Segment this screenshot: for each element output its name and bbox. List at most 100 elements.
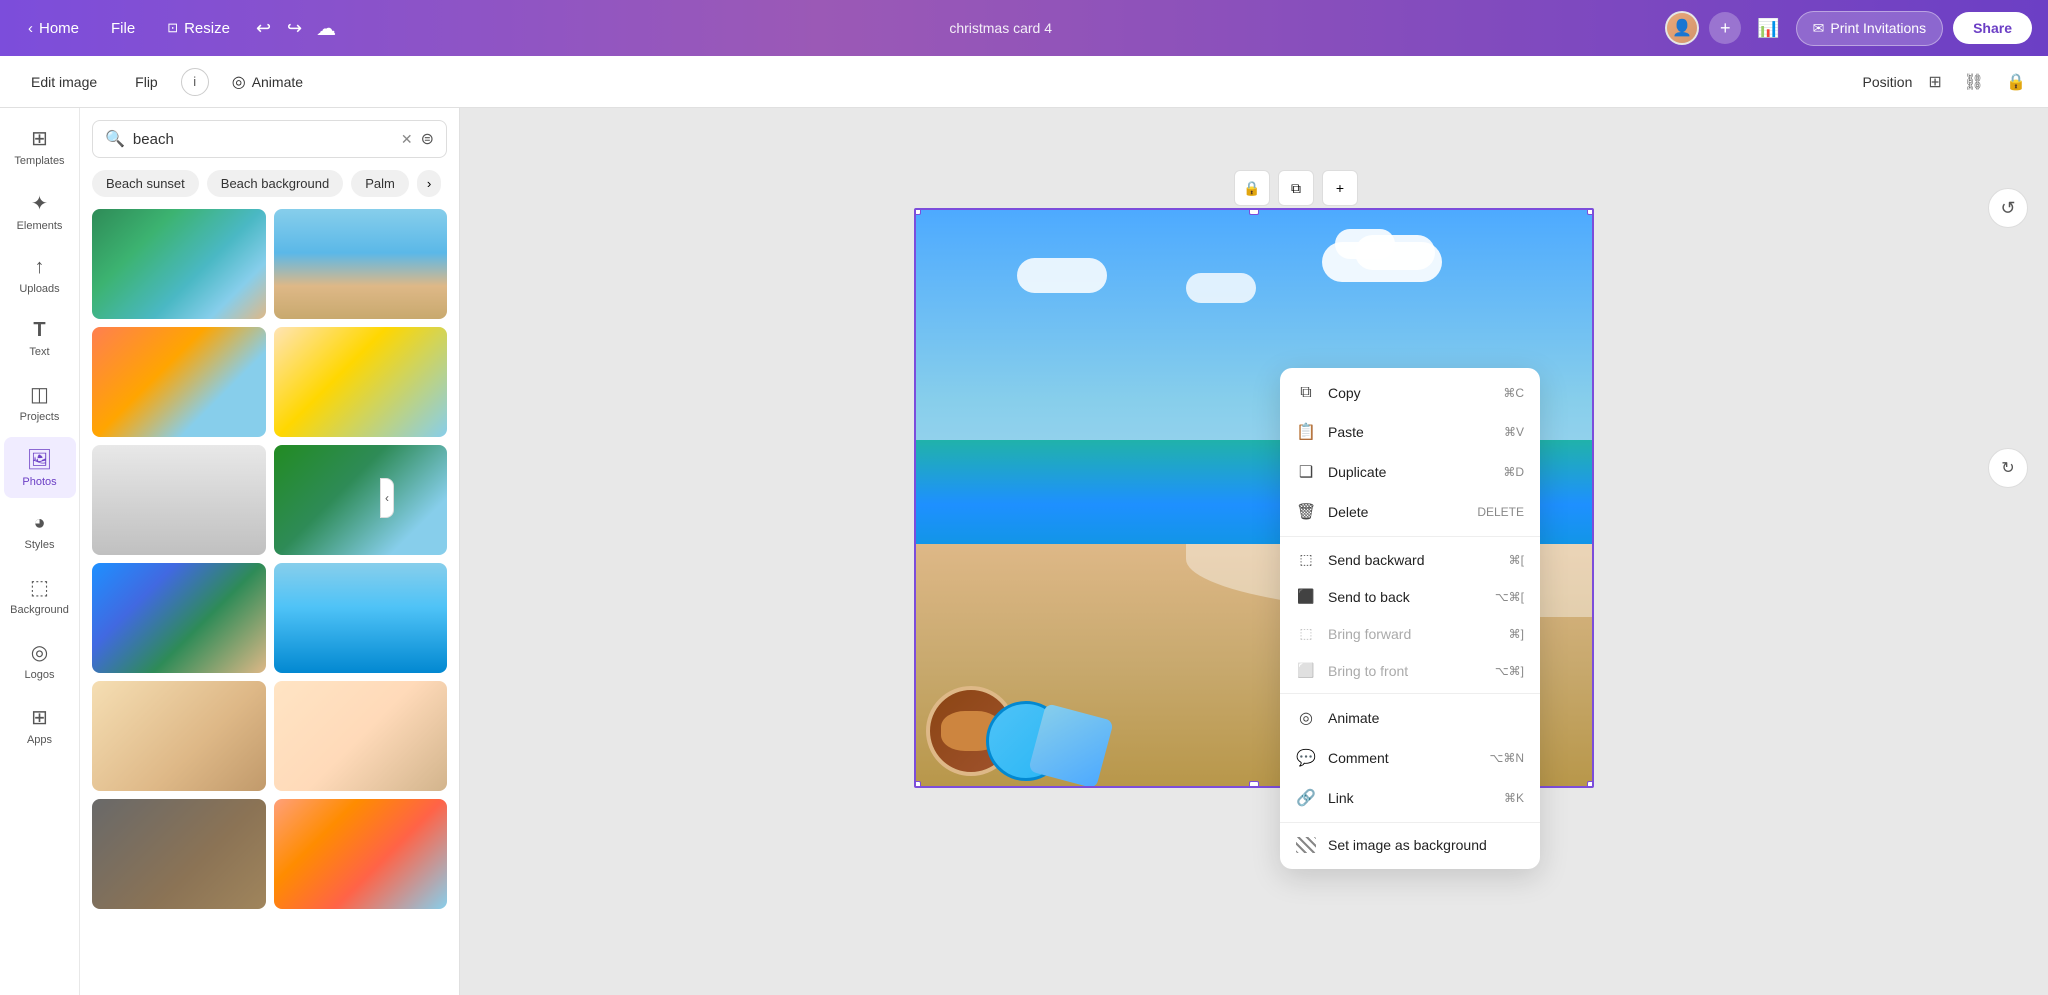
- sidebar-item-templates[interactable]: ⊞ Templates: [4, 116, 76, 177]
- animate-button[interactable]: ◎ Animate: [217, 65, 318, 99]
- send-to-back-icon: ⬛: [1296, 588, 1316, 605]
- list-item[interactable]: [92, 445, 266, 555]
- add-collaborator-button[interactable]: +: [1709, 12, 1741, 44]
- send-to-back-label: Send to back: [1328, 589, 1410, 605]
- text-label: Text: [29, 346, 49, 358]
- home-icon: ‹: [28, 20, 33, 37]
- uploads-icon: ↑: [35, 256, 45, 279]
- animate-icon: ◎: [232, 72, 246, 92]
- chip-beach-background[interactable]: Beach background: [207, 170, 343, 197]
- search-input[interactable]: [133, 131, 393, 148]
- photos-icon: 🖼: [27, 447, 52, 472]
- handle-top-right[interactable]: [1587, 208, 1594, 215]
- main-layout: ⊞ Templates ✦ Elements ↑ Uploads T Text …: [0, 108, 2048, 995]
- sidebar-item-photos[interactable]: 🖼 Photos: [4, 437, 76, 498]
- analytics-icon[interactable]: 📊: [1751, 12, 1785, 45]
- sidebar-item-projects[interactable]: ◫ Projects: [4, 372, 76, 433]
- right-toolbar-2: ↻: [1988, 448, 2028, 488]
- context-menu-delete[interactable]: 🗑 Delete DELETE: [1280, 492, 1540, 532]
- context-menu-set-background[interactable]: Set image as background: [1280, 827, 1540, 863]
- search-bar: 🔍 ✕ ⊜: [92, 120, 447, 158]
- sidebar-item-elements[interactable]: ✦ Elements: [4, 181, 76, 242]
- context-menu-send-backward[interactable]: ⬚ Send backward ⌘[: [1280, 541, 1540, 578]
- search-clear-button[interactable]: ✕: [401, 131, 413, 148]
- chip-beach-sunset[interactable]: Beach sunset: [92, 170, 199, 197]
- handle-top-left[interactable]: [914, 208, 921, 215]
- cloud-3: [1335, 229, 1395, 259]
- resize-button[interactable]: ⊡ Resize: [155, 14, 242, 43]
- chips-more-button[interactable]: ›: [417, 170, 441, 197]
- undo-button[interactable]: ↩: [250, 12, 277, 45]
- topbar-center: christmas card 4: [344, 20, 1657, 36]
- set-background-label: Set image as background: [1328, 837, 1487, 853]
- background-icon: ⬚: [30, 575, 49, 600]
- canvas-area: 🔒 ⧉ +: [460, 108, 2048, 995]
- cloud-save-icon[interactable]: ☁: [316, 16, 336, 41]
- list-item[interactable]: [274, 563, 448, 673]
- context-menu-bring-to-front: ⬜ Bring to front ⌥⌘]: [1280, 652, 1540, 689]
- sidebar-item-apps[interactable]: ⊞ Apps: [4, 695, 76, 756]
- sidebar-item-text[interactable]: T Text: [4, 309, 76, 368]
- info-button[interactable]: i: [181, 68, 209, 96]
- duplicate-label: Duplicate: [1328, 464, 1386, 480]
- handle-bottom-left[interactable]: [914, 781, 921, 788]
- rotate-button[interactable]: ↺: [1988, 188, 2028, 228]
- apps-icon: ⊞: [31, 705, 48, 730]
- list-item[interactable]: [92, 563, 266, 673]
- context-menu-animate[interactable]: ◎ Animate: [1280, 698, 1540, 738]
- projects-label: Projects: [20, 411, 60, 423]
- align-icon[interactable]: ⊞: [1922, 66, 1947, 98]
- sidebar-item-uploads[interactable]: ↑ Uploads: [4, 246, 76, 305]
- list-item[interactable]: [274, 327, 448, 437]
- list-item[interactable]: [274, 799, 448, 909]
- link-icon: 🔗: [1296, 788, 1316, 808]
- home-button[interactable]: ‹ Home: [16, 14, 91, 43]
- context-menu-copy[interactable]: ⧉ Copy ⌘C: [1280, 374, 1540, 412]
- rotate-button-2[interactable]: ↻: [1988, 448, 2028, 488]
- handle-bottom-middle[interactable]: [1249, 781, 1259, 788]
- handle-middle-left[interactable]: [914, 488, 916, 508]
- photos-label: Photos: [22, 476, 56, 488]
- list-item[interactable]: [92, 209, 266, 319]
- position-label: Position: [1863, 74, 1913, 90]
- sidebar-item-background[interactable]: ⬚ Background: [4, 565, 76, 626]
- hide-panel-button[interactable]: ‹: [380, 478, 394, 518]
- context-menu-duplicate[interactable]: ❑ Duplicate ⌘D: [1280, 452, 1540, 492]
- share-button[interactable]: Share: [1953, 12, 2032, 44]
- list-item[interactable]: [274, 209, 448, 319]
- templates-label: Templates: [14, 155, 64, 167]
- list-item[interactable]: [92, 327, 266, 437]
- sidebar-item-styles[interactable]: ◕ Styles: [4, 502, 76, 561]
- print-button[interactable]: ✉ Print Invitations: [1796, 11, 1943, 46]
- send-to-back-shortcut: ⌥⌘[: [1495, 590, 1524, 604]
- sidebar-item-logos[interactable]: ◎ Logos: [4, 630, 76, 691]
- position-button[interactable]: Position: [1863, 74, 1913, 90]
- edit-image-button[interactable]: Edit image: [16, 67, 112, 97]
- handle-bottom-right[interactable]: [1587, 781, 1594, 788]
- list-item[interactable]: [274, 445, 448, 555]
- context-menu-link[interactable]: 🔗 Link ⌘K: [1280, 778, 1540, 818]
- handle-top-middle[interactable]: [1249, 208, 1259, 215]
- projects-icon: ◫: [30, 382, 49, 407]
- list-item[interactable]: [274, 681, 448, 791]
- list-item[interactable]: [92, 799, 266, 909]
- context-menu-comment[interactable]: 💬 Comment ⌥⌘N: [1280, 738, 1540, 778]
- flip-button[interactable]: Flip: [120, 67, 173, 97]
- background-label: Background: [10, 604, 69, 616]
- lock-icon[interactable]: 🔒: [2000, 66, 2032, 98]
- context-menu-send-to-back[interactable]: ⬛ Send to back ⌥⌘[: [1280, 578, 1540, 615]
- chip-palm[interactable]: Palm: [351, 170, 409, 197]
- filter-button[interactable]: ⊜: [421, 129, 434, 149]
- copy-icon: ⧉: [1296, 384, 1316, 402]
- redo-button[interactable]: ↪: [281, 12, 308, 45]
- list-item[interactable]: [92, 681, 266, 791]
- undo-redo-group: ↩ ↪: [250, 12, 308, 45]
- link-elements-icon[interactable]: ⛓: [1958, 66, 1990, 98]
- file-button[interactable]: File: [99, 14, 147, 43]
- context-menu-paste[interactable]: 📋 Paste ⌘V: [1280, 412, 1540, 452]
- handle-middle-right[interactable]: [1592, 488, 1594, 508]
- avatar[interactable]: 👤: [1665, 11, 1699, 45]
- cloud-5: [1186, 273, 1256, 303]
- animate-menu-label: Animate: [1328, 710, 1379, 726]
- search-panel: 🔍 ✕ ⊜ Beach sunset Beach background Palm…: [80, 108, 460, 995]
